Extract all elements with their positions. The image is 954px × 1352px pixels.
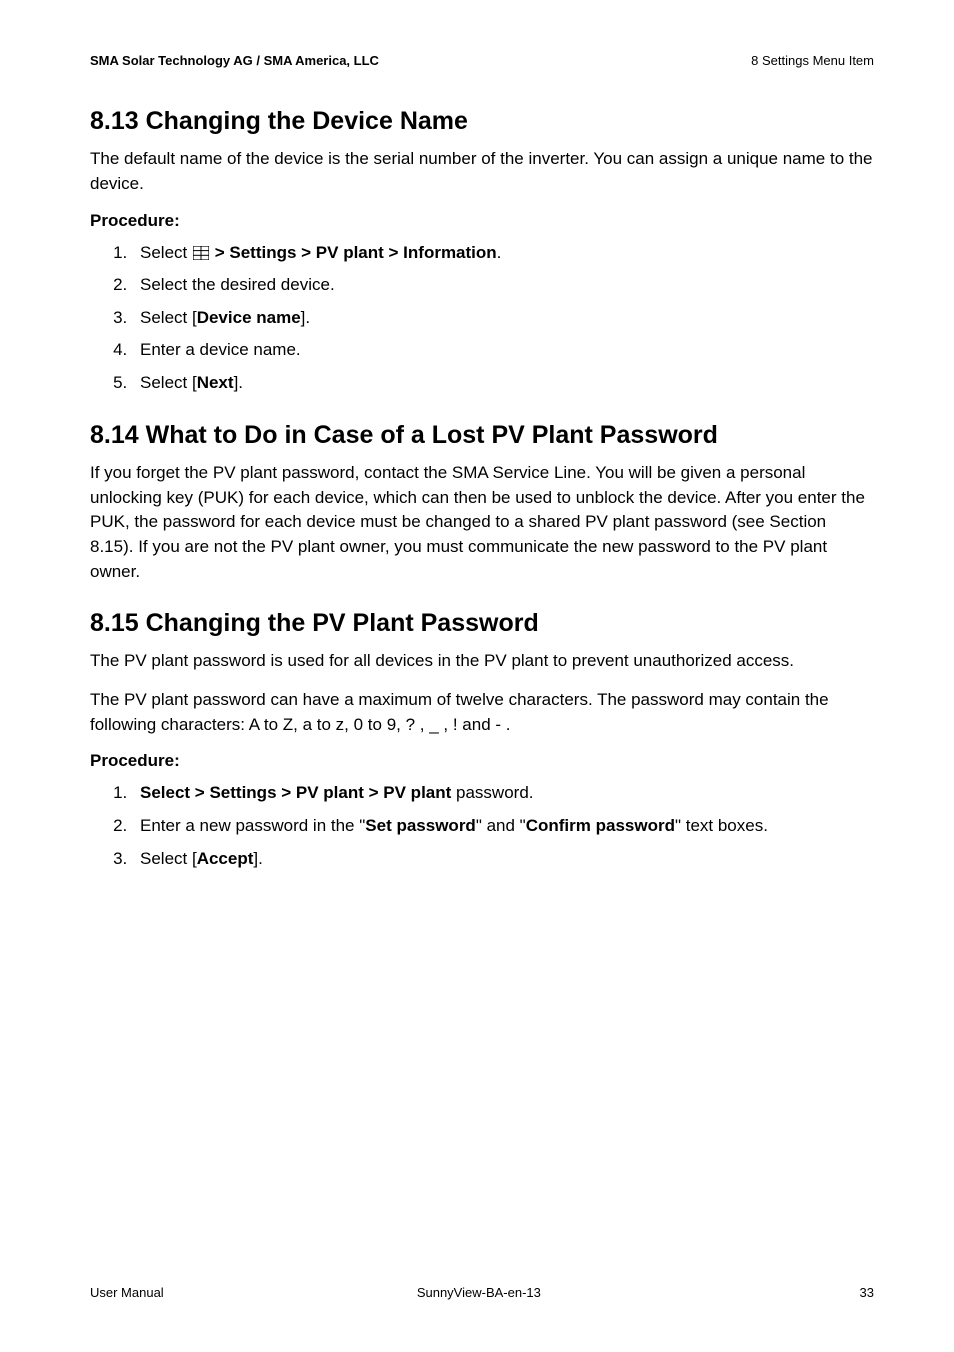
procedure-label: Procedure: <box>90 211 874 231</box>
list-item: Enter a device name. <box>132 338 874 363</box>
step-text: Select [ <box>140 373 197 392</box>
footer-left: User Manual <box>90 1285 164 1300</box>
page-header: SMA Solar Technology AG / SMA America, L… <box>90 53 874 68</box>
step-text: Select [ <box>140 308 197 327</box>
step-text: " and " <box>476 816 526 835</box>
section-8-15: 8.15 Changing the PV Plant Password The … <box>90 608 874 871</box>
step-text: ]. <box>234 373 243 392</box>
list-item: Enter a new password in the "Set passwor… <box>132 814 874 839</box>
list-item: Select [Device name]. <box>132 306 874 331</box>
heading-8-13: 8.13 Changing the Device Name <box>90 106 874 137</box>
footer-center: SunnyView-BA-en-13 <box>417 1285 541 1300</box>
list-item: Select [Accept]. <box>132 847 874 872</box>
step-text: Select <box>140 243 192 262</box>
step-text: password. <box>451 783 533 802</box>
list-item: Select the desired device. <box>132 273 874 298</box>
procedure-list-8-13: Select > Settings > PV plant > Informati… <box>90 241 874 396</box>
step-text: ]. <box>301 308 310 327</box>
para-8-15-1: The PV plant password is used for all de… <box>90 649 874 674</box>
procedure-list-8-15: Select > Settings > PV plant > PV plant … <box>90 781 874 871</box>
page-footer: User Manual SunnyView-BA-en-13 33 <box>90 1285 874 1300</box>
step-text: ]. <box>253 849 262 868</box>
heading-8-15: 8.15 Changing the PV Plant Password <box>90 608 874 639</box>
para-8-15-2: The PV plant password can have a maximum… <box>90 688 874 737</box>
step-bold: Select > Settings > PV plant > PV plant <box>140 783 451 802</box>
menu-grid-icon <box>193 246 209 260</box>
step-bold: Set password <box>365 816 476 835</box>
step-text: " text boxes. <box>675 816 768 835</box>
step-text: Enter a new password in the " <box>140 816 365 835</box>
intro-8-13: The default name of the device is the se… <box>90 147 874 196</box>
step-bold: Next <box>197 373 234 392</box>
step-bold: Confirm password <box>526 816 675 835</box>
list-item: Select > Settings > PV plant > PV plant … <box>132 781 874 806</box>
heading-8-14: 8.14 What to Do in Case of a Lost PV Pla… <box>90 420 874 451</box>
list-item: Select > Settings > PV plant > Informati… <box>132 241 874 266</box>
body-8-14: If you forget the PV plant password, con… <box>90 461 874 584</box>
footer-page-number: 33 <box>794 1285 874 1300</box>
procedure-label: Procedure: <box>90 751 874 771</box>
step-text: Select [ <box>140 849 197 868</box>
step-bold: Device name <box>197 308 301 327</box>
header-left: SMA Solar Technology AG / SMA America, L… <box>90 53 379 68</box>
step-bold: Accept <box>197 849 254 868</box>
list-item: Select [Next]. <box>132 371 874 396</box>
section-8-13: 8.13 Changing the Device Name The defaul… <box>90 106 874 396</box>
step-text: . <box>497 243 502 262</box>
header-right: 8 Settings Menu Item <box>751 53 874 68</box>
section-8-14: 8.14 What to Do in Case of a Lost PV Pla… <box>90 420 874 584</box>
step-bold: > Settings > PV plant > Information <box>210 243 497 262</box>
